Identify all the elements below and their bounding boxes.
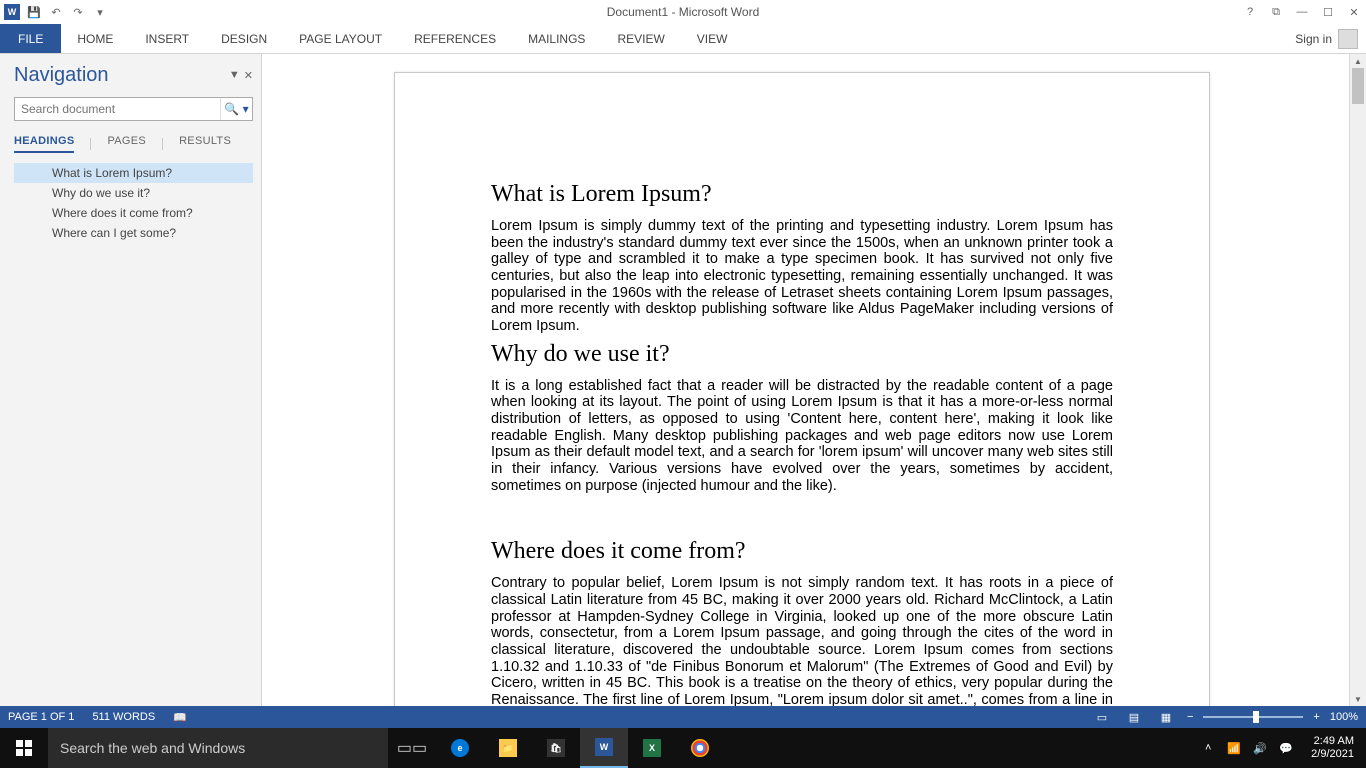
action-center-icon[interactable]: 💬 <box>1277 742 1295 755</box>
search-input[interactable] <box>15 102 220 116</box>
document-page[interactable]: What is Lorem Ipsum? Lorem Ipsum is simp… <box>394 72 1210 706</box>
ribbon: FILE HOME INSERT DESIGN PAGE LAYOUT REFE… <box>0 24 1366 54</box>
paragraph[interactable]: Contrary to popular belief, Lorem Ipsum … <box>491 575 1113 706</box>
document-area[interactable]: What is Lorem Ipsum? Lorem Ipsum is simp… <box>262 54 1366 706</box>
excel-taskbar-icon[interactable]: X <box>628 728 676 768</box>
nav-tab-pages[interactable]: PAGES <box>107 135 146 153</box>
window-controls: ? ⧉ — ☐ ✕ <box>1242 4 1362 20</box>
save-icon[interactable]: 💾 <box>26 4 42 20</box>
zoom-in-icon[interactable]: + <box>1313 711 1319 723</box>
file-tab[interactable]: FILE <box>0 24 61 53</box>
redo-icon[interactable]: ↷ <box>70 4 86 20</box>
nav-heading-item[interactable]: What is Lorem Ipsum? <box>14 163 253 183</box>
tab-insert[interactable]: INSERT <box>129 24 205 53</box>
volume-icon[interactable]: 🔊 <box>1251 742 1269 755</box>
navigation-title: Navigation <box>14 64 109 87</box>
heading[interactable]: Where does it come from? <box>491 538 1113 565</box>
view-web-layout-icon[interactable]: ▦ <box>1155 708 1177 726</box>
view-read-mode-icon[interactable]: ▭ <box>1091 708 1113 726</box>
search-icon[interactable]: 🔍 ▾ <box>220 98 252 120</box>
qat-customize-icon[interactable]: ▾ <box>92 4 108 20</box>
start-button[interactable] <box>0 728 48 768</box>
nav-tabs: HEADINGS PAGES RESULTS <box>14 135 253 153</box>
main-area: Navigation ▼ ✕ 🔍 ▾ HEADINGS PAGES RESULT… <box>0 54 1366 706</box>
file-explorer-icon[interactable]: 📁 <box>484 728 532 768</box>
chrome-icon[interactable] <box>676 728 724 768</box>
undo-icon[interactable]: ↶ <box>48 4 64 20</box>
close-icon[interactable]: ✕ <box>1346 4 1362 20</box>
nav-heading-item[interactable]: Why do we use it? <box>14 183 253 203</box>
help-icon[interactable]: ? <box>1242 4 1258 20</box>
clock-time: 2:49 AM <box>1311 735 1354 748</box>
ribbon-display-icon[interactable]: ⧉ <box>1268 4 1284 20</box>
nav-headings-list: What is Lorem Ipsum? Why do we use it? W… <box>14 163 253 243</box>
system-tray: ˄ 📶 🔊 💬 2:49 AM 2/9/2021 <box>1199 728 1366 768</box>
title-bar: W 💾 ↶ ↷ ▾ Document1 - Microsoft Word ? ⧉… <box>0 0 1366 24</box>
avatar-icon <box>1338 29 1358 49</box>
tab-home[interactable]: HOME <box>61 24 129 53</box>
paragraph[interactable]: Lorem Ipsum is simply dummy text of the … <box>491 218 1113 335</box>
clock-date: 2/9/2021 <box>1311 748 1354 761</box>
store-icon[interactable]: 🛍 <box>532 728 580 768</box>
nav-tab-headings[interactable]: HEADINGS <box>14 135 74 153</box>
sign-in-label: Sign in <box>1295 32 1332 46</box>
zoom-out-icon[interactable]: − <box>1187 711 1193 723</box>
tab-references[interactable]: REFERENCES <box>398 24 512 53</box>
search-box[interactable]: 🔍 ▾ <box>14 97 253 121</box>
network-icon[interactable]: 📶 <box>1225 742 1243 755</box>
status-page[interactable]: PAGE 1 OF 1 <box>8 711 74 723</box>
tray-chevron-icon[interactable]: ˄ <box>1199 742 1217 754</box>
view-print-layout-icon[interactable]: ▤ <box>1123 708 1145 726</box>
nav-heading-item[interactable]: Where does it come from? <box>14 203 253 223</box>
heading[interactable]: What is Lorem Ipsum? <box>491 181 1113 208</box>
clock[interactable]: 2:49 AM 2/9/2021 <box>1303 735 1362 761</box>
zoom-slider[interactable] <box>1203 716 1303 718</box>
status-words[interactable]: 511 WORDS <box>92 711 155 723</box>
status-bar: PAGE 1 OF 1 511 WORDS 📖 ▭ ▤ ▦ − + 100% <box>0 706 1366 728</box>
tab-page-layout[interactable]: PAGE LAYOUT <box>283 24 398 53</box>
window-title: Document1 - Microsoft Word <box>607 5 760 19</box>
taskbar-apps: ▭▭ e 📁 🛍 W X <box>388 728 724 768</box>
minimize-icon[interactable]: — <box>1294 4 1310 20</box>
heading[interactable]: Why do we use it? <box>491 341 1113 368</box>
maximize-icon[interactable]: ☐ <box>1320 4 1336 20</box>
tab-review[interactable]: REVIEW <box>601 24 680 53</box>
task-view-icon[interactable]: ▭▭ <box>388 728 436 768</box>
scroll-thumb[interactable] <box>1352 68 1364 104</box>
paragraph[interactable]: It is a long established fact that a rea… <box>491 378 1113 495</box>
edge-icon[interactable]: e <box>436 728 484 768</box>
nav-menu-icon[interactable]: ▼ <box>229 69 240 82</box>
tab-mailings[interactable]: MAILINGS <box>512 24 601 53</box>
tab-design[interactable]: DESIGN <box>205 24 283 53</box>
taskbar-search[interactable]: Search the web and Windows <box>48 728 388 768</box>
navigation-pane: Navigation ▼ ✕ 🔍 ▾ HEADINGS PAGES RESULT… <box>0 54 262 706</box>
zoom-thumb[interactable] <box>1253 711 1259 723</box>
word-app-icon: W <box>4 4 20 20</box>
zoom-level[interactable]: 100% <box>1330 711 1358 723</box>
scroll-down-icon[interactable]: ▼ <box>1350 692 1366 706</box>
status-proofing-icon[interactable]: 📖 <box>173 711 187 724</box>
sign-in[interactable]: Sign in <box>1295 24 1358 53</box>
nav-tab-results[interactable]: RESULTS <box>179 135 231 153</box>
word-taskbar-icon[interactable]: W <box>580 728 628 768</box>
nav-heading-item[interactable]: Where can I get some? <box>14 223 253 243</box>
windows-icon <box>16 740 32 756</box>
tab-view[interactable]: VIEW <box>681 24 744 53</box>
taskbar-search-placeholder: Search the web and Windows <box>60 740 245 756</box>
quick-access-toolbar: W 💾 ↶ ↷ ▾ <box>0 4 108 20</box>
vertical-scrollbar[interactable]: ▲ ▼ <box>1349 54 1366 706</box>
taskbar: Search the web and Windows ▭▭ e 📁 🛍 W X … <box>0 728 1366 768</box>
nav-close-icon[interactable]: ✕ <box>244 69 253 82</box>
scroll-up-icon[interactable]: ▲ <box>1350 54 1366 68</box>
